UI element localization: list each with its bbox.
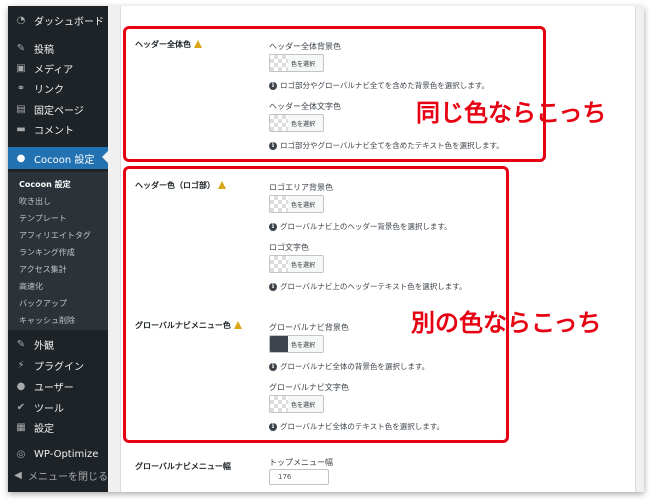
- sidebar-item-label: メディア: [34, 64, 74, 76]
- submenu-item-template[interactable]: テンプレート: [19, 213, 67, 224]
- comment-icon: ▬: [16, 123, 26, 135]
- sidebar-item-dashboard[interactable]: ◔ ダッシュボード: [8, 10, 108, 30]
- plugin-icon: ⚡: [17, 359, 25, 371]
- sidebar-item-tools[interactable]: ✔ ツール: [8, 397, 108, 417]
- media-icon: ▣: [16, 62, 26, 74]
- sidebar-item-label: コメント: [34, 125, 74, 137]
- admin-sidebar: ◔ ダッシュボード ✎ 投稿 ▣ メディア ⚭ リンク ▤ 固定ページ ▬ コメ…: [8, 6, 108, 492]
- sidebar-item-links[interactable]: ⚭ リンク: [8, 78, 108, 98]
- global-nav-width-label: グローバルナビメニュー幅: [135, 462, 231, 471]
- sidebar-item-settings[interactable]: ▦ 設定: [8, 417, 108, 437]
- sidebar-item-label: プラグイン: [34, 361, 84, 373]
- sidebar-item-label: 固定ページ: [34, 105, 84, 117]
- submenu-item-affiliate-tag[interactable]: アフィリエイトタグ: [19, 230, 91, 241]
- wrench-icon: ✔: [16, 401, 26, 413]
- top-menu-width-input[interactable]: 176: [269, 469, 329, 485]
- sidebar-item-wp-optimize[interactable]: ◎ WP-Optimize: [8, 444, 108, 464]
- sidebar-item-label: 投稿: [34, 44, 54, 56]
- submenu-item-speech-balloon[interactable]: 吹き出し: [19, 196, 51, 207]
- sidebar-item-media[interactable]: ▣ メディア: [8, 58, 108, 78]
- sidebar-item-label: 設定: [34, 423, 54, 435]
- different-color-callout: 別の色ならこっち: [411, 309, 602, 337]
- sidebar-item-label: ツール: [34, 403, 64, 415]
- sidebar-item-pages[interactable]: ▤ 固定ページ: [8, 99, 108, 119]
- submenu-item-ranking[interactable]: ランキング作成: [19, 247, 75, 258]
- submenu-item-cache-clear[interactable]: キャッシュ削除: [19, 315, 75, 326]
- cocoon-icon: ●: [16, 152, 26, 164]
- sidebar-item-plugins[interactable]: ⚡ プラグイン: [8, 355, 108, 375]
- page-icon: ▤: [16, 103, 26, 115]
- submenu-item-cocoon-settings[interactable]: Cocoon 設定: [19, 179, 71, 190]
- sidebar-item-users[interactable]: ● ユーザー: [8, 376, 108, 396]
- sidebar-item-label: ダッシュボード: [34, 16, 104, 28]
- sidebar-item-label: メニューを閉じる: [28, 471, 108, 483]
- sidebar-item-label: ユーザー: [34, 382, 74, 394]
- sidebar-item-cocoon[interactable]: ● Cocoon 設定: [8, 147, 108, 169]
- collapse-menu-button[interactable]: ◀ メニューを閉じる: [8, 465, 108, 485]
- submenu-item-speedup[interactable]: 高速化: [19, 281, 43, 292]
- user-icon: ●: [16, 380, 26, 392]
- sidebar-item-label: WP-Optimize: [34, 448, 99, 460]
- settings-icon: ▦: [16, 421, 26, 433]
- pushpin-icon: ✎: [16, 42, 26, 54]
- sidebar-item-appearance[interactable]: ✎ 外観: [8, 334, 108, 354]
- submenu-item-access-stats[interactable]: アクセス集計: [19, 264, 67, 275]
- top-menu-width-label: トップメニュー幅: [269, 458, 333, 467]
- collapse-menu-icon: ◀: [14, 469, 22, 481]
- cocoon-submenu: Cocoon 設定 吹き出し テンプレート アフィリエイトタグ ランキング作成 …: [8, 172, 108, 330]
- submenu-item-backup[interactable]: バックアップ: [19, 298, 67, 309]
- link-icon: ⚭: [16, 82, 26, 94]
- wp-optimize-icon: ◎: [16, 448, 26, 460]
- sidebar-item-label: リンク: [34, 84, 64, 96]
- same-color-callout: 同じ色ならこっち: [416, 99, 607, 127]
- sidebar-item-label: Cocoon 設定: [34, 154, 95, 166]
- sidebar-item-comments[interactable]: ▬ コメント: [8, 119, 108, 139]
- sidebar-item-posts[interactable]: ✎ 投稿: [8, 38, 108, 58]
- appearance-icon: ✎: [16, 338, 26, 350]
- sidebar-item-label: 外観: [34, 340, 54, 352]
- dashboard-icon: ◔: [16, 14, 26, 26]
